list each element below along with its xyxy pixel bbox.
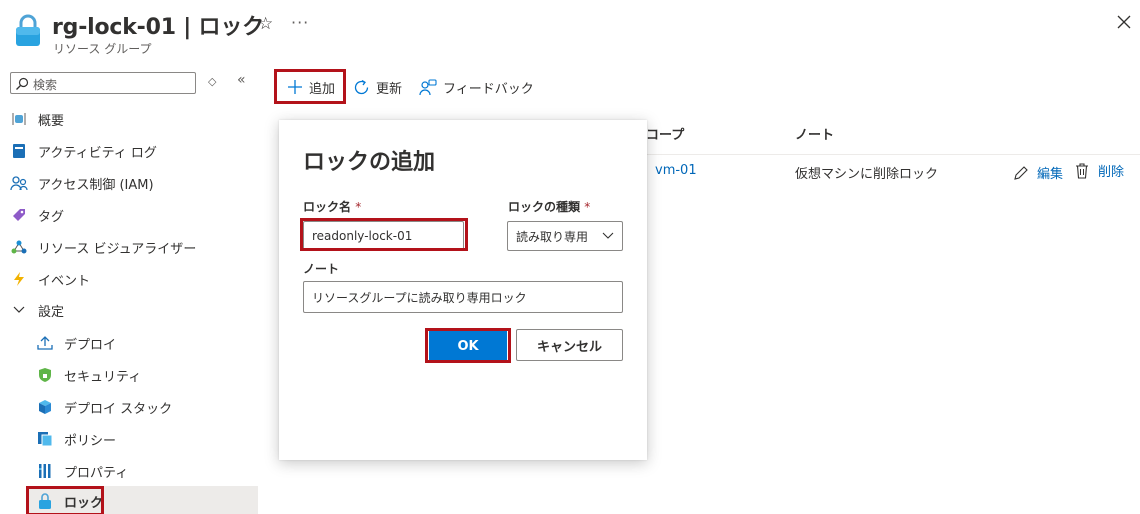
- sidebar-group-settings[interactable]: 設定: [10, 295, 258, 325]
- sidebar-item-tags[interactable]: タグ: [10, 200, 258, 230]
- sidebar-item-policy[interactable]: ポリシー: [36, 424, 258, 454]
- sidebar-item-activity-log[interactable]: アクティビティ ログ: [10, 136, 258, 166]
- highlight-frame-lock-name: [300, 218, 468, 251]
- sidebar-item-deployment-stack[interactable]: デプロイ スタック: [36, 392, 258, 422]
- add-lock-dialog: ロックの追加 ロック名 * readonly-lock-01 ロックの種類 * …: [279, 120, 647, 460]
- refresh-icon: [353, 79, 370, 96]
- refresh-button[interactable]: 更新: [353, 76, 402, 98]
- feedback-icon: [419, 78, 437, 96]
- table-divider: [646, 154, 1140, 155]
- lock-type-label: ロックの種類 *: [508, 198, 590, 215]
- edit-icon: [1013, 165, 1029, 181]
- search-icon: [16, 77, 29, 90]
- activity-log-icon: [10, 142, 28, 160]
- chevron-down-icon: [10, 301, 28, 319]
- dialog-title: ロックの追加: [303, 150, 436, 175]
- sidebar-item-label: リソース ビジュアライザー: [38, 241, 197, 257]
- trash-icon: [1075, 162, 1089, 179]
- security-icon: [36, 366, 54, 384]
- more-options-icon[interactable]: ···: [291, 13, 309, 32]
- sidebar-search-input[interactable]: 検索: [10, 72, 196, 94]
- collapse-sidebar-icon[interactable]: «: [237, 72, 246, 88]
- column-header-note[interactable]: ノート: [795, 124, 834, 143]
- favorite-star-icon[interactable]: ☆: [258, 14, 273, 34]
- sidebar-item-label: プロパティ: [64, 465, 129, 481]
- properties-icon: [36, 462, 54, 480]
- deploy-icon: [36, 334, 54, 352]
- feedback-label: フィードバック: [443, 81, 534, 97]
- sidebar-group-label: 設定: [38, 304, 65, 320]
- highlight-frame-ok: [425, 328, 511, 363]
- sidebar-item-label: デプロイ スタック: [64, 401, 173, 417]
- edit-lock-button[interactable]: 編集: [1013, 163, 1063, 182]
- lock-note-cell: 仮想マシンに削除ロック: [795, 167, 939, 182]
- lock-type-label-text: ロックの種類: [508, 200, 581, 214]
- delete-lock-button[interactable]: 削除: [1075, 161, 1124, 180]
- lock-type-value: 読み取り専用: [516, 229, 589, 244]
- sidebar-item-iam[interactable]: アクセス制御 (IAM): [10, 168, 258, 198]
- required-marker: *: [355, 200, 362, 214]
- tag-icon: [10, 206, 28, 224]
- note-label: ノート: [303, 262, 340, 276]
- search-placeholder: 検索: [33, 78, 58, 92]
- sidebar-item-overview[interactable]: 概要: [10, 104, 258, 134]
- overview-icon: [10, 110, 28, 128]
- events-icon: [10, 270, 28, 288]
- highlight-frame-locks: [26, 486, 104, 514]
- lock-scope-link[interactable]: vm-01: [655, 163, 697, 178]
- sidebar-item-label: タグ: [38, 209, 65, 225]
- sidebar-item-events[interactable]: イベント: [10, 264, 258, 294]
- chevron-down-icon: [602, 232, 614, 239]
- page-subtitle: リソース グループ: [53, 42, 152, 56]
- required-marker: *: [584, 200, 591, 214]
- sidebar-item-label: アクティビティ ログ: [38, 145, 157, 161]
- sort-icon[interactable]: ◇: [208, 75, 216, 88]
- edit-label: 編集: [1037, 167, 1064, 182]
- sidebar-item-label: セキュリティ: [64, 369, 142, 385]
- page-header: rg-lock-01 | ロック リソース グループ ☆ ···: [0, 0, 1140, 62]
- delete-label: 削除: [1098, 165, 1125, 180]
- sidebar-item-properties[interactable]: プロパティ: [36, 456, 258, 486]
- sidebar-item-resource-visualizer[interactable]: リソース ビジュアライザー: [10, 232, 258, 262]
- lock-name-label: ロック名 *: [303, 198, 361, 215]
- note-value: リソースグループに読み取り専用ロック: [312, 290, 527, 305]
- sidebar-item-label: アクセス制御 (IAM): [38, 177, 154, 193]
- lock-icon: [16, 14, 40, 46]
- cancel-button[interactable]: キャンセル: [516, 329, 623, 361]
- sidebar-item-label: ポリシー: [64, 433, 117, 449]
- iam-icon: [10, 174, 28, 192]
- sidebar-item-label: 概要: [38, 113, 65, 129]
- close-icon[interactable]: [1116, 14, 1132, 30]
- sidebar-item-deploy[interactable]: デプロイ: [36, 328, 258, 358]
- sidebar-item-label: イベント: [38, 273, 91, 289]
- page-title: rg-lock-01 | ロック: [52, 15, 264, 40]
- note-input[interactable]: リソースグループに読み取り専用ロック: [303, 281, 623, 313]
- sidebar-item-label: デプロイ: [64, 337, 117, 353]
- feedback-button[interactable]: フィードバック: [419, 76, 534, 98]
- refresh-label: 更新: [376, 81, 403, 97]
- column-header-scope[interactable]: コープ: [646, 124, 684, 143]
- visualizer-icon: [10, 238, 28, 256]
- sidebar-item-security[interactable]: セキュリティ: [36, 360, 258, 390]
- lock-name-label-text: ロック名: [303, 200, 352, 214]
- lock-type-select[interactable]: 読み取り専用: [507, 221, 623, 251]
- policy-icon: [36, 430, 54, 448]
- deployment-stack-icon: [36, 398, 54, 416]
- highlight-frame-add: [274, 69, 346, 104]
